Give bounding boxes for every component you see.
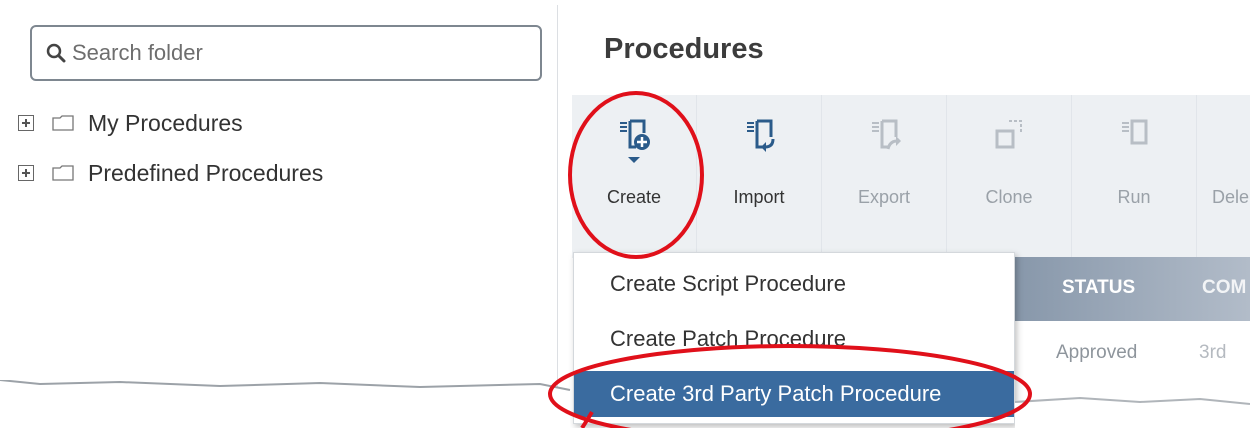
expand-icon[interactable] xyxy=(18,165,34,181)
search-box[interactable] xyxy=(30,25,542,81)
folder-icon xyxy=(52,165,74,181)
run-icon xyxy=(1122,119,1148,145)
create-procedure-icon xyxy=(620,119,650,163)
column-header-status[interactable]: STATUS xyxy=(1062,277,1135,299)
export-button[interactable]: Export xyxy=(822,95,947,258)
create-button[interactable]: Create xyxy=(572,95,697,258)
torn-edge-decoration xyxy=(0,380,1250,428)
tree-item-predefined-procedures[interactable]: Predefined Procedures xyxy=(18,157,323,189)
menu-item-create-script-procedure[interactable]: Create Script Procedure xyxy=(574,261,1014,307)
folder-panel: My Procedures Predefined Procedures xyxy=(8,5,558,395)
run-button[interactable]: Run xyxy=(1072,95,1197,258)
delete-label: Dele xyxy=(1212,187,1250,207)
folder-icon xyxy=(52,115,74,131)
import-icon xyxy=(747,119,775,152)
tree-item-my-procedures[interactable]: My Procedures xyxy=(18,107,243,139)
page-title: Procedures xyxy=(604,33,764,65)
row-compatibility-cell: 3rd xyxy=(1199,342,1227,363)
row-status-cell: Approved xyxy=(1056,342,1138,363)
tree-item-label: My Procedures xyxy=(88,109,243,136)
import-button[interactable]: Import xyxy=(697,95,822,258)
tree-item-label: Predefined Procedures xyxy=(88,159,324,186)
delete-button[interactable]: Dele xyxy=(1197,95,1250,258)
run-label: Run xyxy=(1117,187,1151,207)
menu-item-create-patch-procedure[interactable]: Create Patch Procedure xyxy=(574,316,1014,362)
export-icon xyxy=(872,119,901,150)
import-label: Import xyxy=(733,187,785,207)
clone-label: Clone xyxy=(985,187,1033,207)
expand-icon[interactable] xyxy=(18,115,34,131)
column-header-compatibility[interactable]: COM xyxy=(1202,277,1246,299)
clone-button[interactable]: Clone xyxy=(947,95,1072,258)
search-icon xyxy=(46,43,66,63)
clone-icon xyxy=(995,120,1022,149)
toolbar: Create Import Export Clone Run Dele xyxy=(572,95,1250,258)
search-input[interactable] xyxy=(72,40,512,66)
create-label: Create xyxy=(606,187,662,207)
export-label: Export xyxy=(857,187,911,207)
